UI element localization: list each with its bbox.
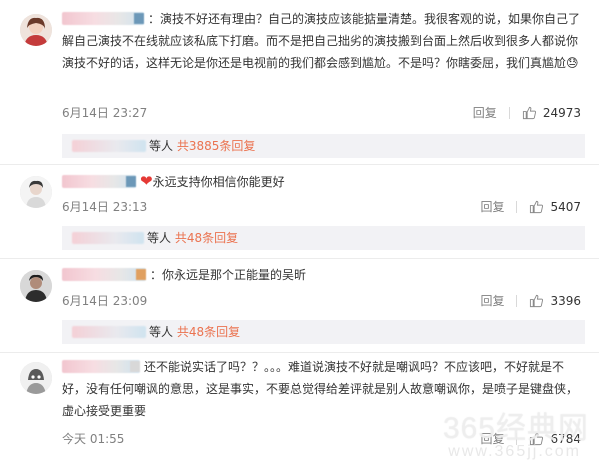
watermark-url: www.365jj.com [448, 443, 581, 460]
comment-actions: 回复 5407 [480, 198, 581, 215]
replies-bar[interactable]: 等人 共48条回复 [62, 226, 585, 250]
comment-meta: 6月14日 23:09 回复 3396 [62, 292, 585, 312]
like-button[interactable]: 5407 [529, 199, 581, 214]
comment-text: ：演技不好还有理由？自己的演技应该能掂量清楚。我很客观的说，如果你自己了解自己演… [62, 12, 581, 70]
comment-date: 6月14日 23:27 [62, 106, 148, 120]
divider [0, 258, 599, 259]
comment-text: ❤永远支持你相信你能更好 [62, 170, 585, 193]
comment-date: 6月14日 23:09 [62, 294, 148, 308]
comment-text: ：你永远是那个正能量的吴昕 [62, 264, 585, 286]
avatar[interactable] [20, 14, 52, 46]
username-blurred[interactable] [62, 12, 144, 25]
comment-date: 6月14日 23:13 [62, 200, 148, 214]
thumbs-up-icon [522, 106, 536, 120]
divider [516, 294, 518, 307]
comment-actions: 回复 24973 [473, 104, 581, 121]
like-count: 24973 [542, 105, 581, 120]
avatar[interactable] [20, 176, 52, 208]
watermark-logo: 365经典网 [442, 412, 589, 445]
reply-button[interactable]: 回复 [480, 198, 504, 215]
reply-count-link[interactable]: 共3885条回复 [177, 139, 256, 153]
reply-count-link[interactable]: 共48条回复 [177, 325, 240, 339]
comment-meta: 6月14日 23:27 回复 24973 [62, 104, 585, 124]
username-blurred[interactable] [62, 175, 136, 188]
divider [516, 200, 518, 213]
reply-count-link[interactable]: 共48条回复 [175, 231, 238, 245]
comment-1: ：演技不好还有理由？自己的演技应该能掂量清楚。我很客观的说，如果你自己了解自己演… [0, 8, 599, 158]
username-blurred[interactable] [62, 268, 146, 281]
avatar[interactable] [20, 270, 52, 302]
divider [0, 352, 599, 353]
like-count: 5407 [550, 199, 581, 214]
comment-2: ❤永远支持你相信你能更好 6月14日 23:13 回复 5407 等人 共48条… [0, 170, 599, 250]
divider [0, 164, 599, 165]
reply-button[interactable]: 回复 [473, 104, 497, 121]
thumbs-up-icon [530, 294, 544, 308]
comment-meta: 6月14日 23:13 回复 5407 [62, 198, 585, 218]
replies-bar[interactable]: 等人 共48条回复 [62, 320, 585, 344]
like-count: 3396 [550, 293, 581, 308]
comment-actions: 回复 3396 [480, 292, 581, 309]
comment-3: ：你永远是那个正能量的吴昕 6月14日 23:09 回复 3396 等人 共48… [0, 264, 599, 348]
reply-button[interactable]: 回复 [480, 292, 504, 309]
comment-date: 今天 01:55 [62, 432, 125, 446]
thumbs-up-icon [530, 200, 544, 214]
sweat-emoji-icon: 😓 [566, 56, 579, 70]
replier-names-blurred [72, 232, 144, 244]
username-blurred[interactable] [62, 360, 140, 373]
replies-bar[interactable]: 等人 共3885条回复 [62, 134, 585, 158]
like-button[interactable]: 3396 [529, 293, 581, 308]
divider [508, 106, 510, 119]
like-button[interactable]: 24973 [522, 105, 581, 120]
replier-names-blurred [72, 326, 146, 338]
heart-emoji-icon: ❤ [140, 172, 153, 190]
avatar[interactable] [20, 362, 52, 394]
replier-names-blurred [72, 140, 146, 152]
